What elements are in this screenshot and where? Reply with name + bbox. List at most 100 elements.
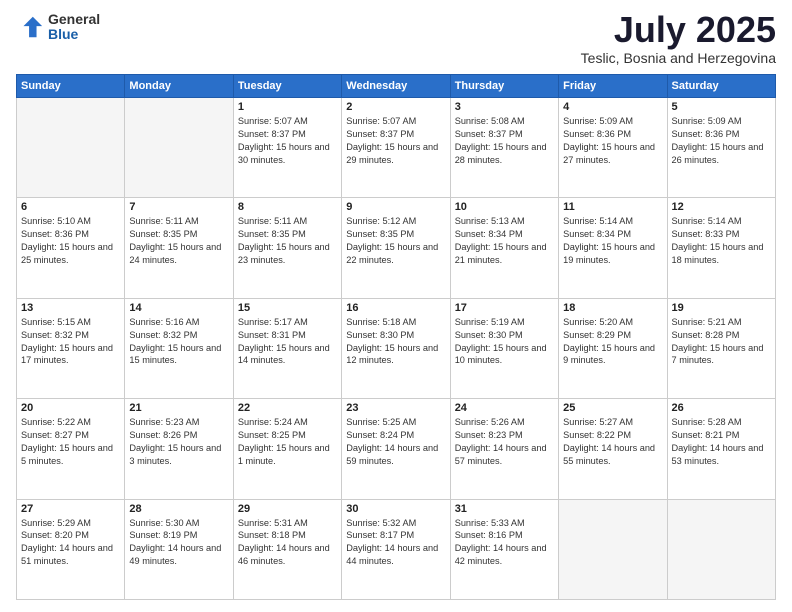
day-number: 28 (129, 503, 228, 515)
calendar-cell: 29 Sunrise: 5:31 AM Sunset: 8:18 PM Dayli… (233, 499, 341, 599)
day-number: 12 (672, 201, 771, 213)
calendar-cell: 27 Sunrise: 5:29 AM Sunset: 8:20 PM Dayli… (17, 499, 125, 599)
calendar-cell: 3 Sunrise: 5:08 AM Sunset: 8:37 PM Daylig… (450, 98, 558, 198)
calendar-cell: 10 Sunrise: 5:13 AM Sunset: 8:34 PM Dayli… (450, 198, 558, 298)
location-subtitle: Teslic, Bosnia and Herzegovina (581, 50, 776, 66)
calendar-cell: 24 Sunrise: 5:26 AM Sunset: 8:23 PM Dayli… (450, 399, 558, 499)
calendar-cell: 20Sunrise: 5:22 AM Sunset: 8:27 PM Dayli… (17, 399, 125, 499)
calendar-cell: 23Sunrise: 5:25 AM Sunset: 8:24 PM Dayli… (342, 399, 450, 499)
day-info: Sunrise: 5:29 AM Sunset: 8:20 PM Dayligh… (21, 517, 120, 569)
header-wednesday: Wednesday (342, 75, 450, 98)
day-number: 25 (563, 402, 662, 414)
header-monday: Monday (125, 75, 233, 98)
logo-text: General Blue (48, 12, 100, 43)
day-info: Sunrise: 5:19 AM Sunset: 8:30 PM Dayligh… (455, 316, 554, 368)
day-number: 27 (21, 503, 120, 515)
day-number: 21 (129, 402, 228, 414)
day-number: 9 (346, 201, 445, 213)
day-info: Sunrise: 5:33 AM Sunset: 8:16 PM Dayligh… (455, 517, 554, 569)
day-info: Sunrise: 5:12 AM Sunset: 8:35 PM Dayligh… (346, 215, 445, 267)
calendar-cell: 22Sunrise: 5:24 AM Sunset: 8:25 PM Dayli… (233, 399, 341, 499)
logo: General Blue (16, 12, 100, 43)
day-info: Sunrise: 5:26 AM Sunset: 8:23 PM Dayligh… (455, 416, 554, 468)
day-info: Sunrise: 5:22 AM Sunset: 8:27 PM Dayligh… (21, 416, 120, 468)
calendar-cell (559, 499, 667, 599)
calendar-cell: 5Sunrise: 5:09 AM Sunset: 8:36 PM Daylig… (667, 98, 775, 198)
day-number: 7 (129, 201, 228, 213)
header-thursday: Thursday (450, 75, 558, 98)
calendar-cell: 26Sunrise: 5:28 AM Sunset: 8:21 PM Dayli… (667, 399, 775, 499)
month-title: July 2025 (581, 12, 776, 48)
day-info: Sunrise: 5:32 AM Sunset: 8:17 PM Dayligh… (346, 517, 445, 569)
day-info: Sunrise: 5:31 AM Sunset: 8:18 PM Dayligh… (238, 517, 337, 569)
calendar-cell (125, 98, 233, 198)
day-number: 1 (238, 101, 337, 113)
calendar-cell: 12 Sunrise: 5:14 AM Sunset: 8:33 PM Dayli… (667, 198, 775, 298)
day-number: 4 (563, 101, 662, 113)
calendar-cell: 30Sunrise: 5:32 AM Sunset: 8:17 PM Dayli… (342, 499, 450, 599)
title-section: July 2025 Teslic, Bosnia and Herzegovina (581, 12, 776, 66)
header-saturday: Saturday (667, 75, 775, 98)
calendar-cell: 31 Sunrise: 5:33 AM Sunset: 8:16 PM Dayli… (450, 499, 558, 599)
day-info: Sunrise: 5:09 AM Sunset: 8:36 PM Dayligh… (563, 115, 662, 167)
day-number: 18 (563, 302, 662, 314)
day-info: Sunrise: 5:23 AM Sunset: 8:26 PM Dayligh… (129, 416, 228, 468)
day-number: 22 (238, 402, 337, 414)
calendar-cell: 2Sunrise: 5:07 AM Sunset: 8:37 PM Daylig… (342, 98, 450, 198)
day-info: Sunrise: 5:30 AM Sunset: 8:19 PM Dayligh… (129, 517, 228, 569)
day-info: Sunrise: 5:28 AM Sunset: 8:21 PM Dayligh… (672, 416, 771, 468)
logo-blue-text: Blue (48, 27, 100, 42)
calendar-cell: 7 Sunrise: 5:11 AM Sunset: 8:35 PM Daylig… (125, 198, 233, 298)
weekday-header-row: Sunday Monday Tuesday Wednesday Thursday… (17, 75, 776, 98)
day-number: 14 (129, 302, 228, 314)
day-number: 10 (455, 201, 554, 213)
calendar-cell: 11 Sunrise: 5:14 AM Sunset: 8:34 PM Dayli… (559, 198, 667, 298)
day-number: 2 (346, 101, 445, 113)
calendar-cell: 16 Sunrise: 5:18 AM Sunset: 8:30 PM Dayli… (342, 298, 450, 398)
day-number: 17 (455, 302, 554, 314)
header: General Blue July 2025 Teslic, Bosnia an… (16, 12, 776, 66)
day-info: Sunrise: 5:14 AM Sunset: 8:34 PM Dayligh… (563, 215, 662, 267)
day-info: Sunrise: 5:27 AM Sunset: 8:22 PM Dayligh… (563, 416, 662, 468)
day-info: Sunrise: 5:10 AM Sunset: 8:36 PM Dayligh… (21, 215, 120, 267)
calendar-week-row: 13 Sunrise: 5:15 AM Sunset: 8:32 PM Dayli… (17, 298, 776, 398)
day-info: Sunrise: 5:09 AM Sunset: 8:36 PM Dayligh… (672, 115, 771, 167)
calendar-cell: 18Sunrise: 5:20 AM Sunset: 8:29 PM Dayli… (559, 298, 667, 398)
calendar-cell: 25 Sunrise: 5:27 AM Sunset: 8:22 PM Dayli… (559, 399, 667, 499)
day-info: Sunrise: 5:08 AM Sunset: 8:37 PM Dayligh… (455, 115, 554, 167)
calendar-week-row: 6 Sunrise: 5:10 AM Sunset: 8:36 PM Daylig… (17, 198, 776, 298)
day-number: 6 (21, 201, 120, 213)
day-number: 16 (346, 302, 445, 314)
day-info: Sunrise: 5:11 AM Sunset: 8:35 PM Dayligh… (238, 215, 337, 267)
calendar-cell: 4 Sunrise: 5:09 AM Sunset: 8:36 PM Daylig… (559, 98, 667, 198)
day-number: 15 (238, 302, 337, 314)
day-info: Sunrise: 5:15 AM Sunset: 8:32 PM Dayligh… (21, 316, 120, 368)
day-info: Sunrise: 5:13 AM Sunset: 8:34 PM Dayligh… (455, 215, 554, 267)
calendar-cell: 8 Sunrise: 5:11 AM Sunset: 8:35 PM Daylig… (233, 198, 341, 298)
day-info: Sunrise: 5:11 AM Sunset: 8:35 PM Dayligh… (129, 215, 228, 267)
day-number: 3 (455, 101, 554, 113)
day-number: 13 (21, 302, 120, 314)
day-number: 31 (455, 503, 554, 515)
day-info: Sunrise: 5:14 AM Sunset: 8:33 PM Dayligh… (672, 215, 771, 267)
day-number: 29 (238, 503, 337, 515)
day-number: 8 (238, 201, 337, 213)
day-number: 11 (563, 201, 662, 213)
day-number: 23 (346, 402, 445, 414)
calendar-cell: 13 Sunrise: 5:15 AM Sunset: 8:32 PM Dayli… (17, 298, 125, 398)
logo-icon (16, 13, 44, 41)
calendar-cell: 19Sunrise: 5:21 AM Sunset: 8:28 PM Dayli… (667, 298, 775, 398)
calendar-cell: 17 Sunrise: 5:19 AM Sunset: 8:30 PM Dayli… (450, 298, 558, 398)
day-info: Sunrise: 5:17 AM Sunset: 8:31 PM Dayligh… (238, 316, 337, 368)
day-number: 24 (455, 402, 554, 414)
calendar-table: Sunday Monday Tuesday Wednesday Thursday… (16, 74, 776, 600)
header-tuesday: Tuesday (233, 75, 341, 98)
header-sunday: Sunday (17, 75, 125, 98)
calendar-cell: 1Sunrise: 5:07 AM Sunset: 8:37 PM Daylig… (233, 98, 341, 198)
calendar-cell: 9 Sunrise: 5:12 AM Sunset: 8:35 PM Daylig… (342, 198, 450, 298)
day-info: Sunrise: 5:21 AM Sunset: 8:28 PM Dayligh… (672, 316, 771, 368)
header-friday: Friday (559, 75, 667, 98)
day-info: Sunrise: 5:18 AM Sunset: 8:30 PM Dayligh… (346, 316, 445, 368)
calendar-cell: 15 Sunrise: 5:17 AM Sunset: 8:31 PM Dayli… (233, 298, 341, 398)
calendar-cell (667, 499, 775, 599)
